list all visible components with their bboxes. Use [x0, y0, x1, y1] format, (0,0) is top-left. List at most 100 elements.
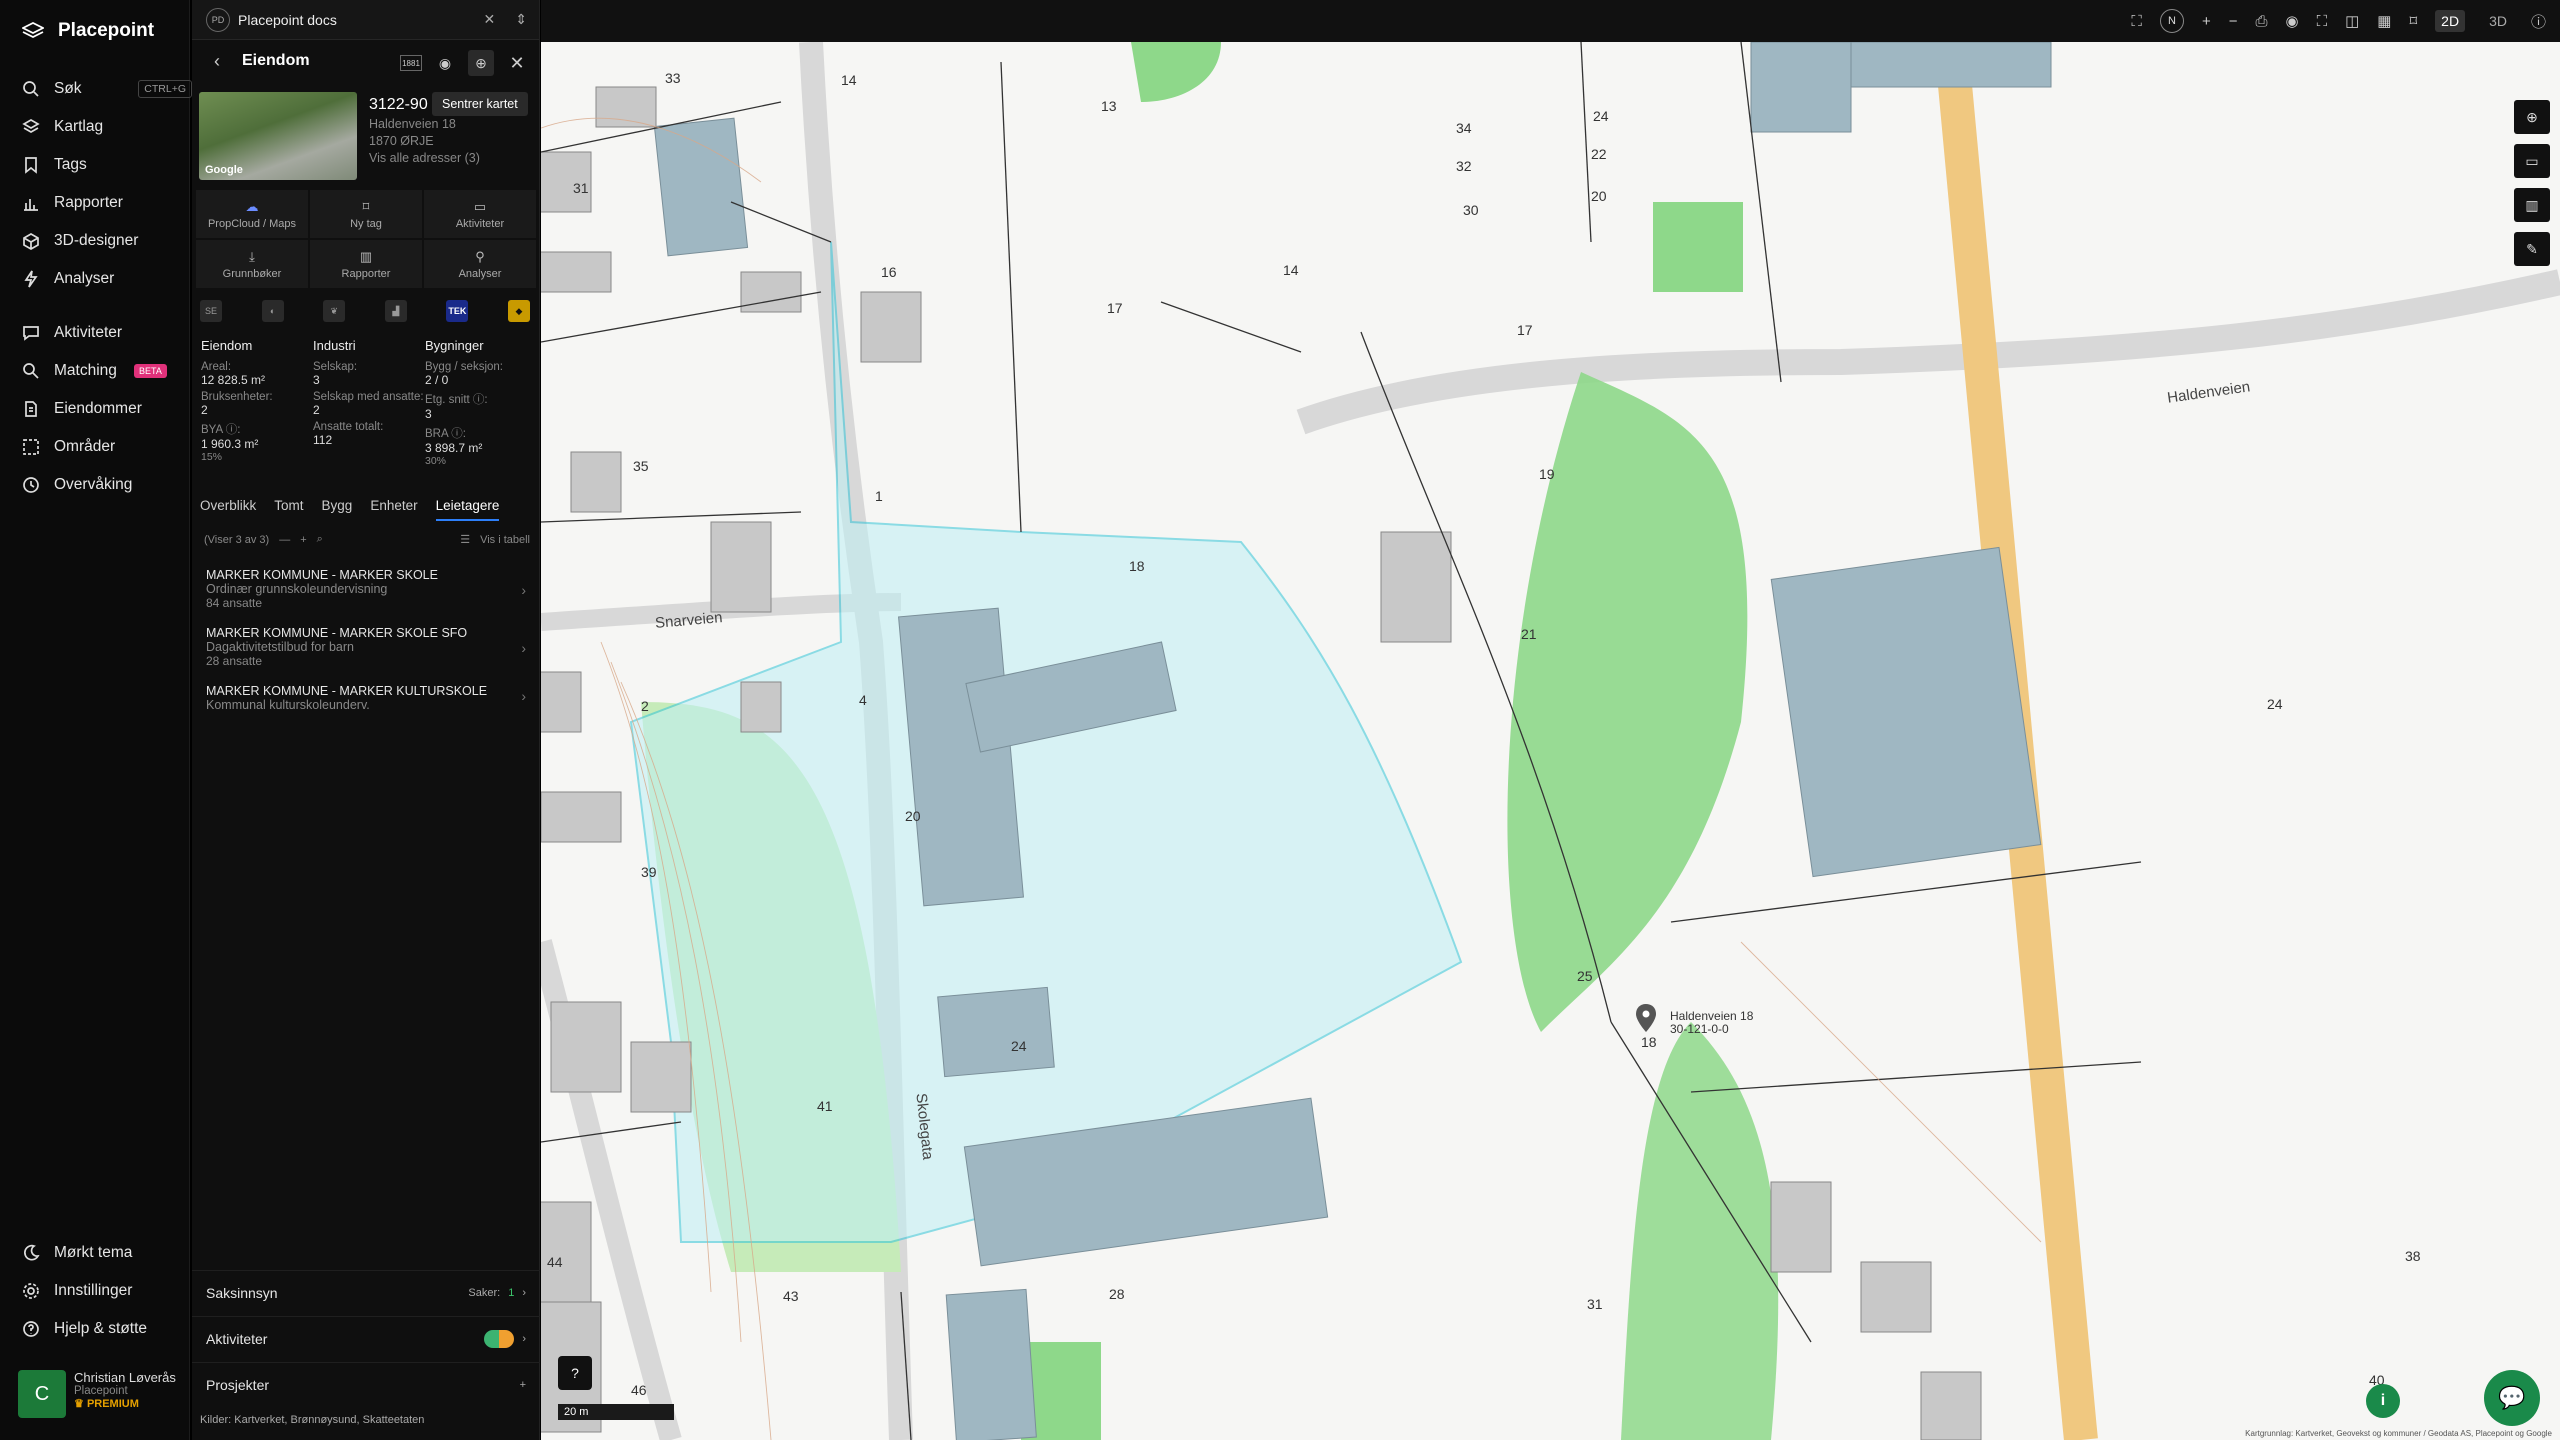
- globe-search-icon[interactable]: ⊕: [2514, 100, 2550, 134]
- nav-help[interactable]: Hjelp & støtte: [22, 1314, 172, 1344]
- nav-3d-designer[interactable]: 3D-designer: [22, 226, 172, 256]
- building-31: [945, 1288, 1037, 1440]
- layers-3d-icon[interactable]: ⛶: [2131, 13, 2142, 30]
- house-number: 30: [1463, 202, 1479, 218]
- analyses-button[interactable]: ⚲ Analyser: [424, 240, 536, 288]
- all-addresses-link[interactable]: Vis alle adresser (3): [369, 151, 529, 165]
- house-number: 17: [1107, 300, 1123, 316]
- nav-activities[interactable]: Aktiviteter: [22, 318, 172, 348]
- center-map-icon[interactable]: ⊕: [468, 50, 494, 76]
- nav-layers[interactable]: Kartlag: [22, 112, 172, 142]
- monitor-icon: [23, 477, 39, 493]
- tab-buildings[interactable]: Bygg: [322, 498, 353, 521]
- workspace-title[interactable]: Placepoint docs: [238, 12, 476, 28]
- chat-icon: ▭: [473, 198, 487, 214]
- house-number: 24: [1011, 1038, 1027, 1054]
- chat-support-button[interactable]: 💬: [2484, 1370, 2540, 1426]
- search-icon[interactable]: ⌕: [317, 533, 323, 546]
- add-icon[interactable]: +: [300, 534, 306, 546]
- accordion-projects[interactable]: Prosjekter +: [192, 1362, 540, 1406]
- nav-dark-theme[interactable]: Mørkt tema: [22, 1238, 172, 1268]
- property-badge-icon[interactable]: 1881: [400, 55, 422, 71]
- tenant-item[interactable]: MARKER KOMMUNE - MARKER SKOLE Ordinær gr…: [206, 568, 526, 610]
- brand[interactable]: Placepoint: [22, 20, 154, 42]
- tab-tenants[interactable]: Leietagere: [435, 498, 500, 521]
- tenant-item[interactable]: MARKER KOMMUNE - MARKER SKOLE SFO Dagakt…: [206, 626, 526, 668]
- stat-value: 1 960.3 m²: [201, 437, 259, 451]
- map-graphics: [541, 42, 2560, 1440]
- stats-property: Eiendom Areal: 12 828.5 m² Bruksenheter:…: [201, 338, 313, 467]
- add-icon[interactable]: +: [520, 1379, 526, 1391]
- bar-chart-icon: [24, 199, 38, 211]
- collapse-icon[interactable]: —: [279, 534, 290, 546]
- nav-properties[interactable]: Eiendommer: [22, 394, 172, 424]
- tab-plot[interactable]: Tomt: [274, 498, 303, 521]
- accordion-case-access[interactable]: Saksinnsyn Saker: 1 ›: [192, 1270, 540, 1314]
- house-number: 44: [547, 1254, 563, 1270]
- propcloud-button[interactable]: ☁ PropCloud / Maps: [196, 190, 308, 238]
- activities-button[interactable]: ▭ Aktiviteter: [424, 190, 536, 238]
- bookmark-icon[interactable]: ⌑: [2409, 12, 2417, 30]
- provider-leaf-icon[interactable]: ❦: [323, 300, 346, 322]
- table-view-link[interactable]: Vis i tabell: [480, 534, 530, 546]
- chart-icon[interactable]: ▥: [2514, 188, 2550, 222]
- location-pin-icon[interactable]: [1636, 1004, 1656, 1037]
- back-icon[interactable]: ‹: [204, 48, 230, 74]
- north-compass[interactable]: N: [2159, 9, 2184, 33]
- stat-label: Selskap med ansatte:: [313, 391, 424, 403]
- close-icon[interactable]: ✕: [484, 11, 496, 28]
- nav-search[interactable]: Søk CTRL+G: [22, 74, 192, 104]
- print-icon[interactable]: ⎙: [2255, 13, 2267, 30]
- house-number: 4: [859, 692, 867, 708]
- provider-se-icon[interactable]: SE: [200, 300, 222, 322]
- provider-tek-icon[interactable]: TEK: [446, 300, 469, 322]
- measure-icon[interactable]: ▭: [2514, 144, 2550, 178]
- provider-signal-icon[interactable]: ▟: [384, 300, 407, 322]
- nav-reports[interactable]: Rapporter: [22, 188, 172, 218]
- provider-globe-icon[interactable]: ◐: [261, 300, 284, 322]
- eye-icon[interactable]: ◉: [432, 50, 458, 76]
- tab-overview[interactable]: Overblikk: [200, 498, 256, 521]
- nav-settings[interactable]: Innstillinger: [22, 1276, 172, 1306]
- house-number: 17: [1517, 322, 1533, 338]
- land-registry-button[interactable]: ⤓ Grunnbøker: [196, 240, 308, 288]
- view-3d-toggle[interactable]: 3D: [2483, 10, 2513, 32]
- table-view-icon[interactable]: ☰: [460, 533, 470, 546]
- close-panel-icon[interactable]: ✕: [504, 50, 530, 76]
- grid-icon[interactable]: ▦: [2377, 12, 2391, 30]
- draw-icon[interactable]: ✎: [2514, 232, 2550, 266]
- zoom-out-icon[interactable]: −: [2229, 13, 2238, 30]
- accordion-activities[interactable]: Aktiviteter ›: [192, 1316, 540, 1360]
- nav-areas[interactable]: Områder: [22, 432, 172, 462]
- new-tag-button[interactable]: ⌑ Ny tag: [310, 190, 422, 238]
- bookmark-icon: ⌑: [362, 198, 370, 214]
- nav-tags[interactable]: Tags: [22, 150, 172, 180]
- user-card[interactable]: C Christian Løverås Placepoint ♛ PREMIUM: [18, 1370, 178, 1422]
- avatar: C: [18, 1370, 66, 1418]
- chevron-right-icon: ›: [521, 640, 526, 656]
- chevron-updown-icon[interactable]: ⇕: [515, 11, 527, 28]
- camera-icon[interactable]: ◫: [2345, 12, 2359, 30]
- provider-row: SE ◐ ❦ ▟ TEK ◆: [200, 300, 530, 322]
- zoom-in-icon[interactable]: +: [2202, 13, 2211, 30]
- tab-units[interactable]: Enheter: [370, 498, 417, 521]
- fullscreen-icon[interactable]: ⛶: [2317, 13, 2328, 30]
- eye-icon[interactable]: ◉: [2285, 12, 2298, 30]
- reports-button[interactable]: ▥ Rapporter: [310, 240, 422, 288]
- property-photo[interactable]: Google: [199, 92, 357, 180]
- map-canvas[interactable]: 33 14 13 31 16 17 14 34 32 30 24 22 20 1…: [541, 42, 2560, 1440]
- nav-matching[interactable]: Matching BETA: [22, 356, 172, 386]
- stat-label: Bruksenheter:: [201, 391, 273, 403]
- nav-monitoring[interactable]: Overvåking: [22, 470, 172, 500]
- info-icon[interactable]: ⓘ: [2531, 11, 2546, 32]
- info-button[interactable]: i: [2366, 1384, 2400, 1418]
- map-help-button[interactable]: ?: [558, 1356, 592, 1390]
- workspace-badge: PD: [206, 7, 230, 32]
- area-icon: [23, 439, 39, 455]
- nav-analyses[interactable]: Analyser: [22, 264, 172, 294]
- tenant-item[interactable]: MARKER KOMMUNE - MARKER KULTURSKOLE Komm…: [206, 684, 526, 712]
- provider-gold-icon[interactable]: ◆: [507, 300, 530, 322]
- property-address[interactable]: Haldenveien 18: [369, 117, 529, 131]
- user-name: Christian Løverås: [74, 1370, 176, 1385]
- view-2d-toggle[interactable]: 2D: [2435, 10, 2466, 32]
